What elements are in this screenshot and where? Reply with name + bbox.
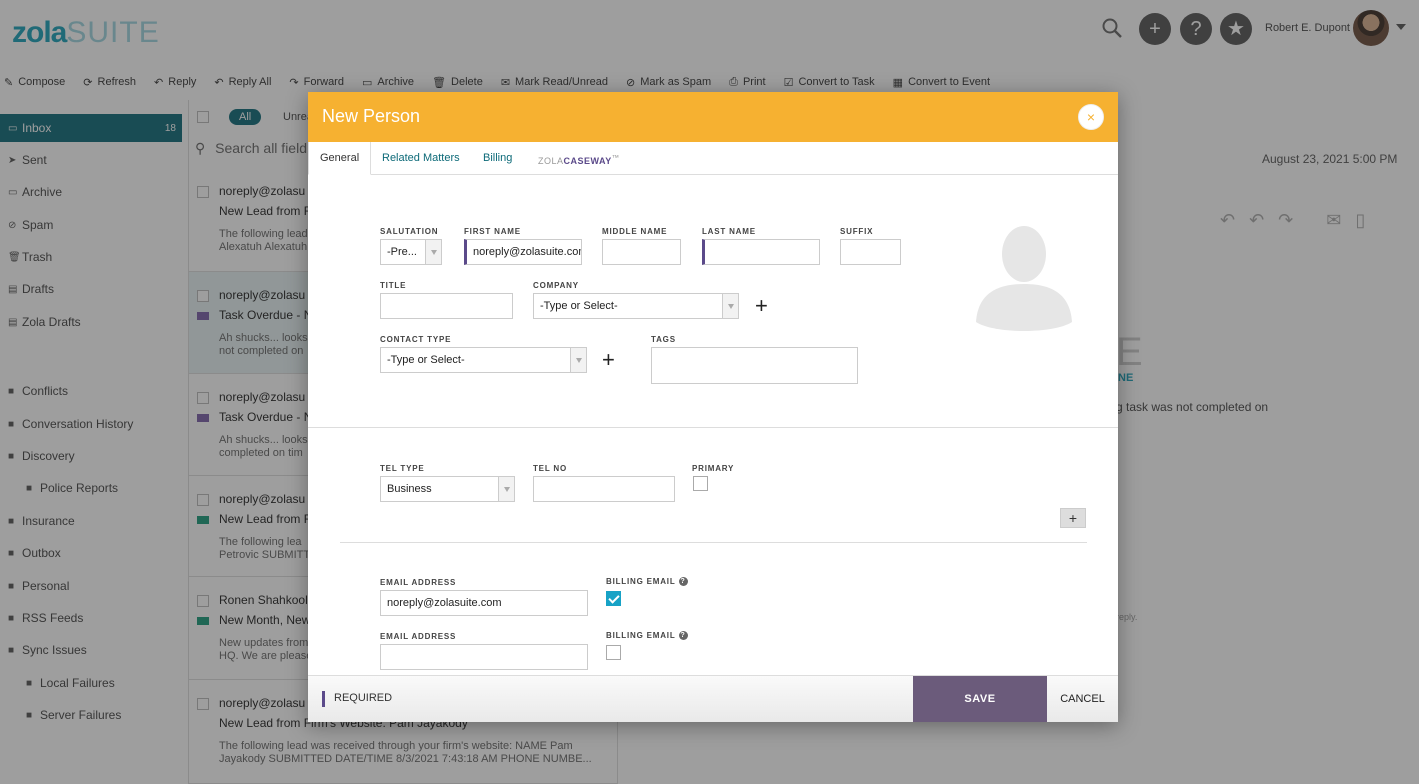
salutation-select[interactable]: -Pre...	[380, 239, 442, 265]
dialog-header: New Person ×	[308, 92, 1118, 142]
billing-email-label-2: BILLING EMAIL?	[606, 631, 688, 641]
billing-email-checkbox[interactable]	[606, 591, 621, 606]
tel-type-label: TEL TYPE	[380, 464, 425, 473]
first-name-label: FIRST NAME	[464, 227, 521, 236]
contact-type-select[interactable]: -Type or Select-	[380, 347, 587, 373]
billing-email-label: BILLING EMAIL?	[606, 577, 688, 587]
add-contact-type-button[interactable]: +	[602, 349, 615, 371]
suffix-field[interactable]	[840, 239, 901, 265]
required-indicator	[322, 691, 325, 707]
last-name-field[interactable]	[702, 239, 820, 265]
tel-no-field[interactable]	[533, 476, 675, 502]
tab-billing[interactable]: Billing	[472, 142, 523, 175]
company-label: COMPANY	[533, 281, 579, 290]
first-name-field[interactable]: noreply@zolasuite.com	[464, 239, 582, 265]
chevron-down-icon	[498, 477, 514, 501]
contact-type-label: CONTACT TYPE	[380, 335, 452, 344]
tags-label: TAGS	[651, 335, 676, 344]
title-field[interactable]	[380, 293, 513, 319]
save-button[interactable]: SAVE	[913, 676, 1047, 722]
email-address-field[interactable]: noreply@zolasuite.com	[380, 590, 588, 616]
salutation-label: SALUTATION	[380, 227, 439, 236]
help-icon[interactable]: ?	[678, 631, 688, 641]
email-address-field-2[interactable]	[380, 644, 588, 670]
email-address-label-2: EMAIL ADDRESS	[380, 632, 457, 641]
required-legend: REQUIRED	[334, 692, 393, 704]
tab-general[interactable]: General	[308, 142, 372, 175]
dialog-title: New Person	[322, 106, 421, 126]
primary-checkbox[interactable]	[693, 476, 708, 491]
add-company-button[interactable]: +	[755, 295, 768, 317]
tab-zola-caseway[interactable]: ZOLACASEWAY™	[527, 142, 631, 175]
help-icon[interactable]: ?	[678, 577, 688, 587]
contact-photo-placeholder[interactable]	[974, 222, 1074, 332]
middle-name-label: MIDDLE NAME	[602, 227, 668, 236]
chevron-down-icon	[722, 294, 738, 318]
chevron-down-icon	[425, 240, 441, 264]
dialog-tabs: General Related Matters Billing ZOLACASE…	[308, 142, 1118, 175]
email-address-label: EMAIL ADDRESS	[380, 578, 457, 587]
new-person-dialog: New Person × General Related Matters Bil…	[308, 92, 1118, 722]
suffix-label: SUFFIX	[840, 227, 874, 236]
tags-field[interactable]	[651, 347, 858, 384]
middle-name-field[interactable]	[602, 239, 681, 265]
primary-label: PRIMARY	[692, 464, 735, 473]
close-icon[interactable]: ×	[1078, 104, 1104, 130]
company-select[interactable]: -Type or Select-	[533, 293, 739, 319]
section-divider	[340, 542, 1087, 543]
tel-no-label: TEL NO	[533, 464, 567, 473]
tab-related-matters[interactable]: Related Matters	[371, 142, 471, 175]
dialog-footer: REQUIRED SAVE CANCEL	[308, 675, 1118, 722]
add-phone-button[interactable]: +	[1060, 508, 1086, 528]
last-name-label: LAST NAME	[702, 227, 756, 236]
billing-email-checkbox-2[interactable]	[606, 645, 621, 660]
cancel-button[interactable]: CANCEL	[1047, 676, 1118, 722]
chevron-down-icon	[570, 348, 586, 372]
title-label: TITLE	[380, 281, 407, 290]
section-divider	[308, 427, 1118, 428]
tel-type-select[interactable]: Business	[380, 476, 515, 502]
